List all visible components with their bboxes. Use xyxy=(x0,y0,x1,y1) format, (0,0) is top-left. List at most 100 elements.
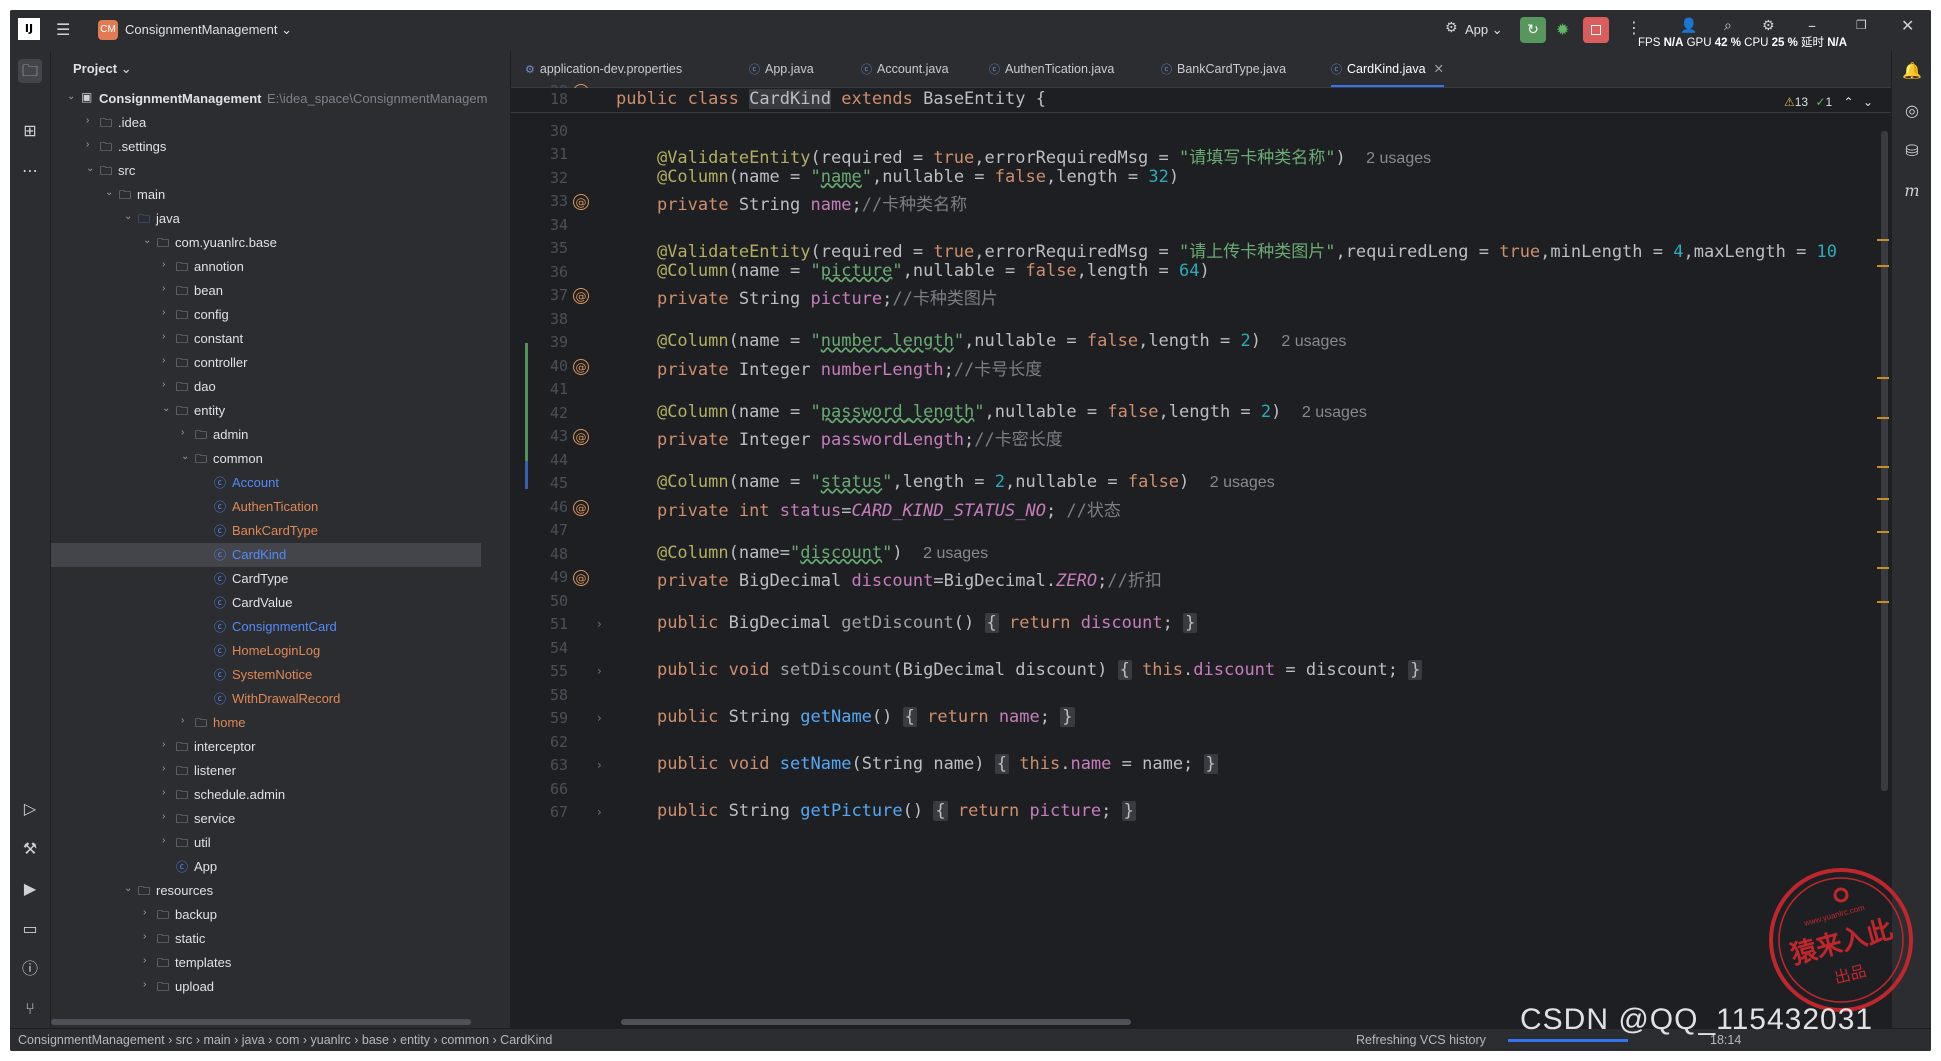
rerun-icon[interactable]: ↻ xyxy=(1520,17,1546,43)
chevron-right-icon[interactable]: › xyxy=(143,955,153,966)
chevron-right-icon[interactable]: › xyxy=(162,787,172,798)
problems-icon[interactable]: ⓘ xyxy=(18,957,42,981)
close-tab-icon[interactable]: ✕ xyxy=(1434,62,1444,76)
tree-item[interactable]: › 🗀 backup xyxy=(51,903,481,927)
fold-chevron-icon[interactable]: › xyxy=(597,711,602,725)
tree-item[interactable]: › 🗀 constant xyxy=(51,327,481,351)
tree-item[interactable]: ⓒ CardValue xyxy=(51,591,481,615)
run-icon[interactable]: ▶ xyxy=(18,877,42,901)
settings-gear-icon[interactable]: ⚙ xyxy=(1762,18,1775,34)
tree-item[interactable]: › 🗀 bean xyxy=(51,279,481,303)
chevron-right-icon[interactable]: › xyxy=(162,355,172,366)
more-tools-icon[interactable]: ⋯ xyxy=(18,159,42,183)
chevron-right-icon[interactable]: › xyxy=(162,331,172,342)
chevron-right-icon[interactable]: › xyxy=(162,835,172,846)
fold-chevron-icon[interactable]: › xyxy=(597,664,602,678)
code-line[interactable]: @Column(name = "number_length",nullable … xyxy=(616,331,1346,351)
tree-item[interactable]: ⓒ Account xyxy=(51,471,481,495)
error-stripe-mark[interactable] xyxy=(1877,498,1889,500)
chevron-down-icon[interactable]: ⌄ xyxy=(105,187,115,198)
error-stripe-mark[interactable] xyxy=(1877,466,1889,468)
annotation-gutter-icon[interactable]: @ xyxy=(573,499,589,516)
annotation-gutter-icon[interactable]: @ xyxy=(573,429,589,445)
tree-item[interactable]: ⓒ AuthenTication xyxy=(51,495,481,519)
close-icon[interactable]: ✕ xyxy=(1901,16,1914,35)
editor-tab[interactable]: ⓒ BankCardType.java xyxy=(1161,51,1286,87)
tree-item[interactable]: ⌄ 🗀 java xyxy=(51,207,481,231)
tree-item[interactable]: ⓒ BankCardType xyxy=(51,519,481,543)
chevron-down-icon[interactable]: ⌄ xyxy=(143,235,153,246)
chevron-down-icon[interactable]: ⌄ xyxy=(124,883,134,894)
chevron-right-icon[interactable]: › xyxy=(162,811,172,822)
chevron-right-icon[interactable]: › xyxy=(162,739,172,750)
fold-chevron-icon[interactable]: › xyxy=(597,758,602,772)
error-stripe-mark[interactable] xyxy=(1877,239,1889,241)
editor-tab[interactable]: ⓒ App.java xyxy=(749,51,814,87)
tree-item[interactable]: ⓒ ConsignmentCard xyxy=(51,615,481,639)
tree-item[interactable]: › 🗀 schedule.admin xyxy=(51,783,481,807)
chevron-right-icon[interactable]: › xyxy=(86,115,96,126)
code-line[interactable]: public String getName() { return name; } xyxy=(616,707,1075,727)
annotation-gutter-icon[interactable]: @ xyxy=(573,358,589,375)
code-line[interactable]: public void setDiscount(BigDecimal disco… xyxy=(616,660,1423,680)
code-line[interactable]: private Integer numberLength;//卡号长度 xyxy=(616,355,1042,380)
maven-icon[interactable]: m xyxy=(1900,179,1924,203)
chevron-right-icon[interactable]: › xyxy=(162,283,172,294)
code-line[interactable]: @Column(name = "password_length",nullabl… xyxy=(616,402,1367,422)
tree-item[interactable]: ⌄ 🗀 resources xyxy=(51,879,481,903)
code-line[interactable]: @Column(name = "picture",nullable = fals… xyxy=(616,261,1210,281)
tree-item[interactable]: › 🗀 home xyxy=(51,711,481,735)
tree-item[interactable]: › 🗀 upload xyxy=(51,975,481,999)
project-hscrollbar[interactable] xyxy=(51,1019,471,1025)
editor-tab[interactable]: ⓒ CardKind.java ✕ xyxy=(1331,51,1444,87)
code-line[interactable]: private int status=CARD_KIND_STATUS_NO; … xyxy=(616,496,1121,521)
intellij-logo-icon[interactable]: IJ xyxy=(18,18,40,40)
chevron-down-icon[interactable]: ⌄ xyxy=(181,451,191,462)
annotation-gutter-icon[interactable]: @ xyxy=(573,194,589,210)
code-line[interactable]: @Column(name = "name",nullable = false,l… xyxy=(616,167,1179,187)
chevron-down-icon[interactable]: ⌄ xyxy=(124,211,134,222)
notifications-bell-icon[interactable]: 🔔 xyxy=(1900,59,1924,83)
error-stripe-mark[interactable] xyxy=(1877,265,1889,267)
tree-item[interactable]: › 🗀 templates xyxy=(51,951,481,975)
debug-icon[interactable]: ✹ xyxy=(1556,20,1569,39)
tree-item[interactable]: ⓒ CardKind xyxy=(51,543,481,567)
tree-item[interactable]: › 🗀 interceptor xyxy=(51,735,481,759)
main-menu-icon[interactable]: ☰ xyxy=(56,20,70,39)
code-line[interactable]: @ValidateEntity(required = true,errorReq… xyxy=(616,143,1431,168)
code-line[interactable]: private String name;//卡种类名称 xyxy=(616,190,967,215)
services-icon[interactable]: ▷ xyxy=(18,797,42,821)
chevron-right-icon[interactable]: › xyxy=(181,715,191,726)
stop-button[interactable] xyxy=(1583,17,1609,43)
error-stripe-mark[interactable] xyxy=(1877,601,1889,603)
tree-item[interactable]: ⓒ SystemNotice xyxy=(51,663,481,687)
tree-item[interactable]: ⌄ 🗀 entity xyxy=(51,399,481,423)
error-stripe-mark[interactable] xyxy=(1877,417,1889,419)
breadcrumb-item[interactable]: base xyxy=(362,1033,389,1047)
project-folder-icon[interactable]: 🗀 xyxy=(18,59,42,83)
tree-item[interactable]: ⌄ 🗀 main xyxy=(51,183,481,207)
chevron-right-icon[interactable]: › xyxy=(162,259,172,270)
chevron-right-icon[interactable]: › xyxy=(143,931,153,942)
code-line[interactable]: public void setName(String name) { this.… xyxy=(616,754,1218,774)
ai-assistant-icon[interactable]: ◎ xyxy=(1900,99,1924,123)
vcs-change-marker[interactable] xyxy=(525,461,528,489)
chevron-right-icon[interactable]: › xyxy=(162,763,172,774)
tree-item[interactable]: ⌄ 🗀 com.yuanlrc.base xyxy=(51,231,481,255)
inspection-widget[interactable]: ⚠13 ✓1 ⌃ ⌄ xyxy=(1784,95,1873,109)
chevron-down-icon[interactable]: ⌄ xyxy=(162,403,172,414)
chevron-right-icon[interactable]: › xyxy=(143,907,153,918)
search-icon[interactable]: ⌕ xyxy=(1724,18,1732,34)
chevron-down-icon[interactable]: ⌄ xyxy=(67,91,77,102)
tree-item[interactable]: › 🗀 .idea xyxy=(51,111,481,135)
chevron-down-icon[interactable]: ⌄ xyxy=(86,163,96,174)
breadcrumb-item[interactable]: com xyxy=(276,1033,300,1047)
chevron-right-icon[interactable]: › xyxy=(86,139,96,150)
tree-item[interactable]: ⓒ HomeLoginLog xyxy=(51,639,481,663)
breadcrumb-item[interactable]: ConsignmentManagement xyxy=(18,1033,165,1047)
tree-item[interactable]: › 🗀 config xyxy=(51,303,481,327)
fold-chevron-icon[interactable]: › xyxy=(597,805,602,819)
code-line[interactable]: private BigDecimal discount=BigDecimal.Z… xyxy=(616,566,1162,591)
code-line[interactable]: public String getPicture() { return pict… xyxy=(616,801,1136,821)
breadcrumb-item[interactable]: yuanlrc xyxy=(311,1033,351,1047)
